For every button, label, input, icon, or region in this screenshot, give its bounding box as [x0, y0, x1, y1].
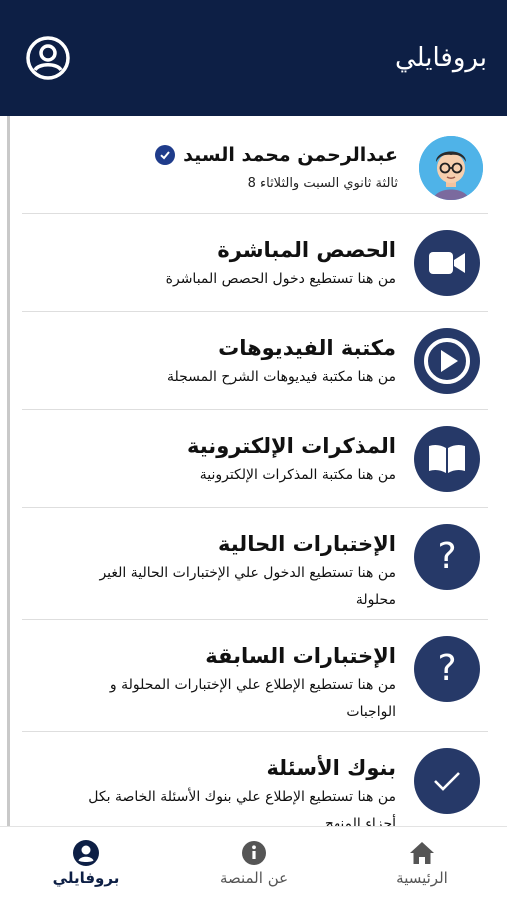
menu-title: بنوك الأسئلة — [266, 756, 396, 780]
menu-description: من هنا تستطيع دخول الحصص المباشرة — [165, 271, 396, 287]
menu-description: من هنا مكتبة المذكرات الإلكترونية — [199, 467, 396, 483]
menu-title: المذكرات الإلكترونية — [187, 434, 396, 458]
avatar-illustration-icon — [419, 136, 483, 200]
video-camera-icon — [414, 230, 480, 296]
home-icon — [410, 842, 434, 864]
checkmark-icon — [414, 748, 480, 814]
menu-item-live-sessions[interactable]: الحصص المباشرة من هنا تستطيع دخول الحصص … — [22, 214, 488, 312]
profile-summary: عبدالرحمن محمد السيد ثالثة ثانوي السبت و… — [22, 116, 488, 214]
question-mark-icon: ? — [414, 636, 480, 702]
person-icon — [73, 840, 99, 866]
menu-title: الإختبارات الحالية — [218, 532, 396, 556]
book-icon — [414, 426, 480, 492]
avatar — [419, 136, 483, 200]
question-mark-icon: ? — [414, 524, 480, 590]
verified-check-icon — [155, 145, 176, 165]
account-circle-icon[interactable] — [24, 34, 72, 82]
menu-item-question-banks[interactable]: بنوك الأسئلة من هنا تستطيع الإطلاع علي ب… — [22, 732, 488, 826]
menu-title: الحصص المباشرة — [217, 238, 396, 262]
menu-item-current-exams[interactable]: ? الإختبارات الحالية من هنا تستطيع الدخو… — [22, 508, 488, 620]
page-title: بروفايلي — [394, 43, 487, 73]
menu-title: مكتبة الفيديوهات — [218, 336, 396, 360]
profile-name: عبدالرحمن محمد السيد — [183, 144, 398, 166]
nav-home[interactable]: الرئيسية — [352, 827, 492, 900]
menu-title: الإختبارات السابقة — [205, 644, 396, 668]
app-bar: بروفايلي — [0, 0, 507, 116]
menu-description: من هنا مكتبة فيديوهات الشرح المسجلة — [166, 369, 396, 385]
profile-content[interactable]: عبدالرحمن محمد السيد ثالثة ثانوي السبت و… — [0, 116, 507, 826]
scroll-rail — [7, 116, 10, 826]
menu-description: من هنا تستطيع الإطلاع علي الإختبارات الم… — [109, 677, 396, 720]
profile-name-row: عبدالرحمن محمد السيد — [155, 144, 398, 166]
menu-item-past-exams[interactable]: ? الإختبارات السابقة من هنا تستطيع الإطل… — [22, 620, 488, 732]
nav-profile[interactable]: بروفايلي — [16, 827, 156, 900]
nav-label-about: عن المنصة — [219, 869, 289, 887]
menu-description: من هنا تستطيع الدخول علي الإختبارات الحا… — [99, 565, 396, 608]
menu-description: من هنا تستطيع الإطلاع علي بنوك الأسئلة ا… — [88, 789, 396, 826]
play-icon — [414, 328, 480, 394]
menu-item-video-library[interactable]: مكتبة الفيديوهات من هنا مكتبة فيديوهات ا… — [22, 312, 488, 410]
menu-item-e-notes[interactable]: المذكرات الإلكترونية من هنا مكتبة المذكر… — [22, 410, 488, 508]
bottom-navigation: بروفايلي عن المنصة الرئيسية — [0, 826, 507, 900]
nav-label-home: الرئيسية — [396, 869, 448, 887]
nav-label-profile: بروفايلي — [52, 869, 120, 887]
profile-subtitle: ثالثة ثانوي السبت والثلاثاء 8 — [247, 176, 398, 191]
nav-about[interactable]: عن المنصة — [184, 827, 324, 900]
info-icon — [242, 841, 266, 865]
